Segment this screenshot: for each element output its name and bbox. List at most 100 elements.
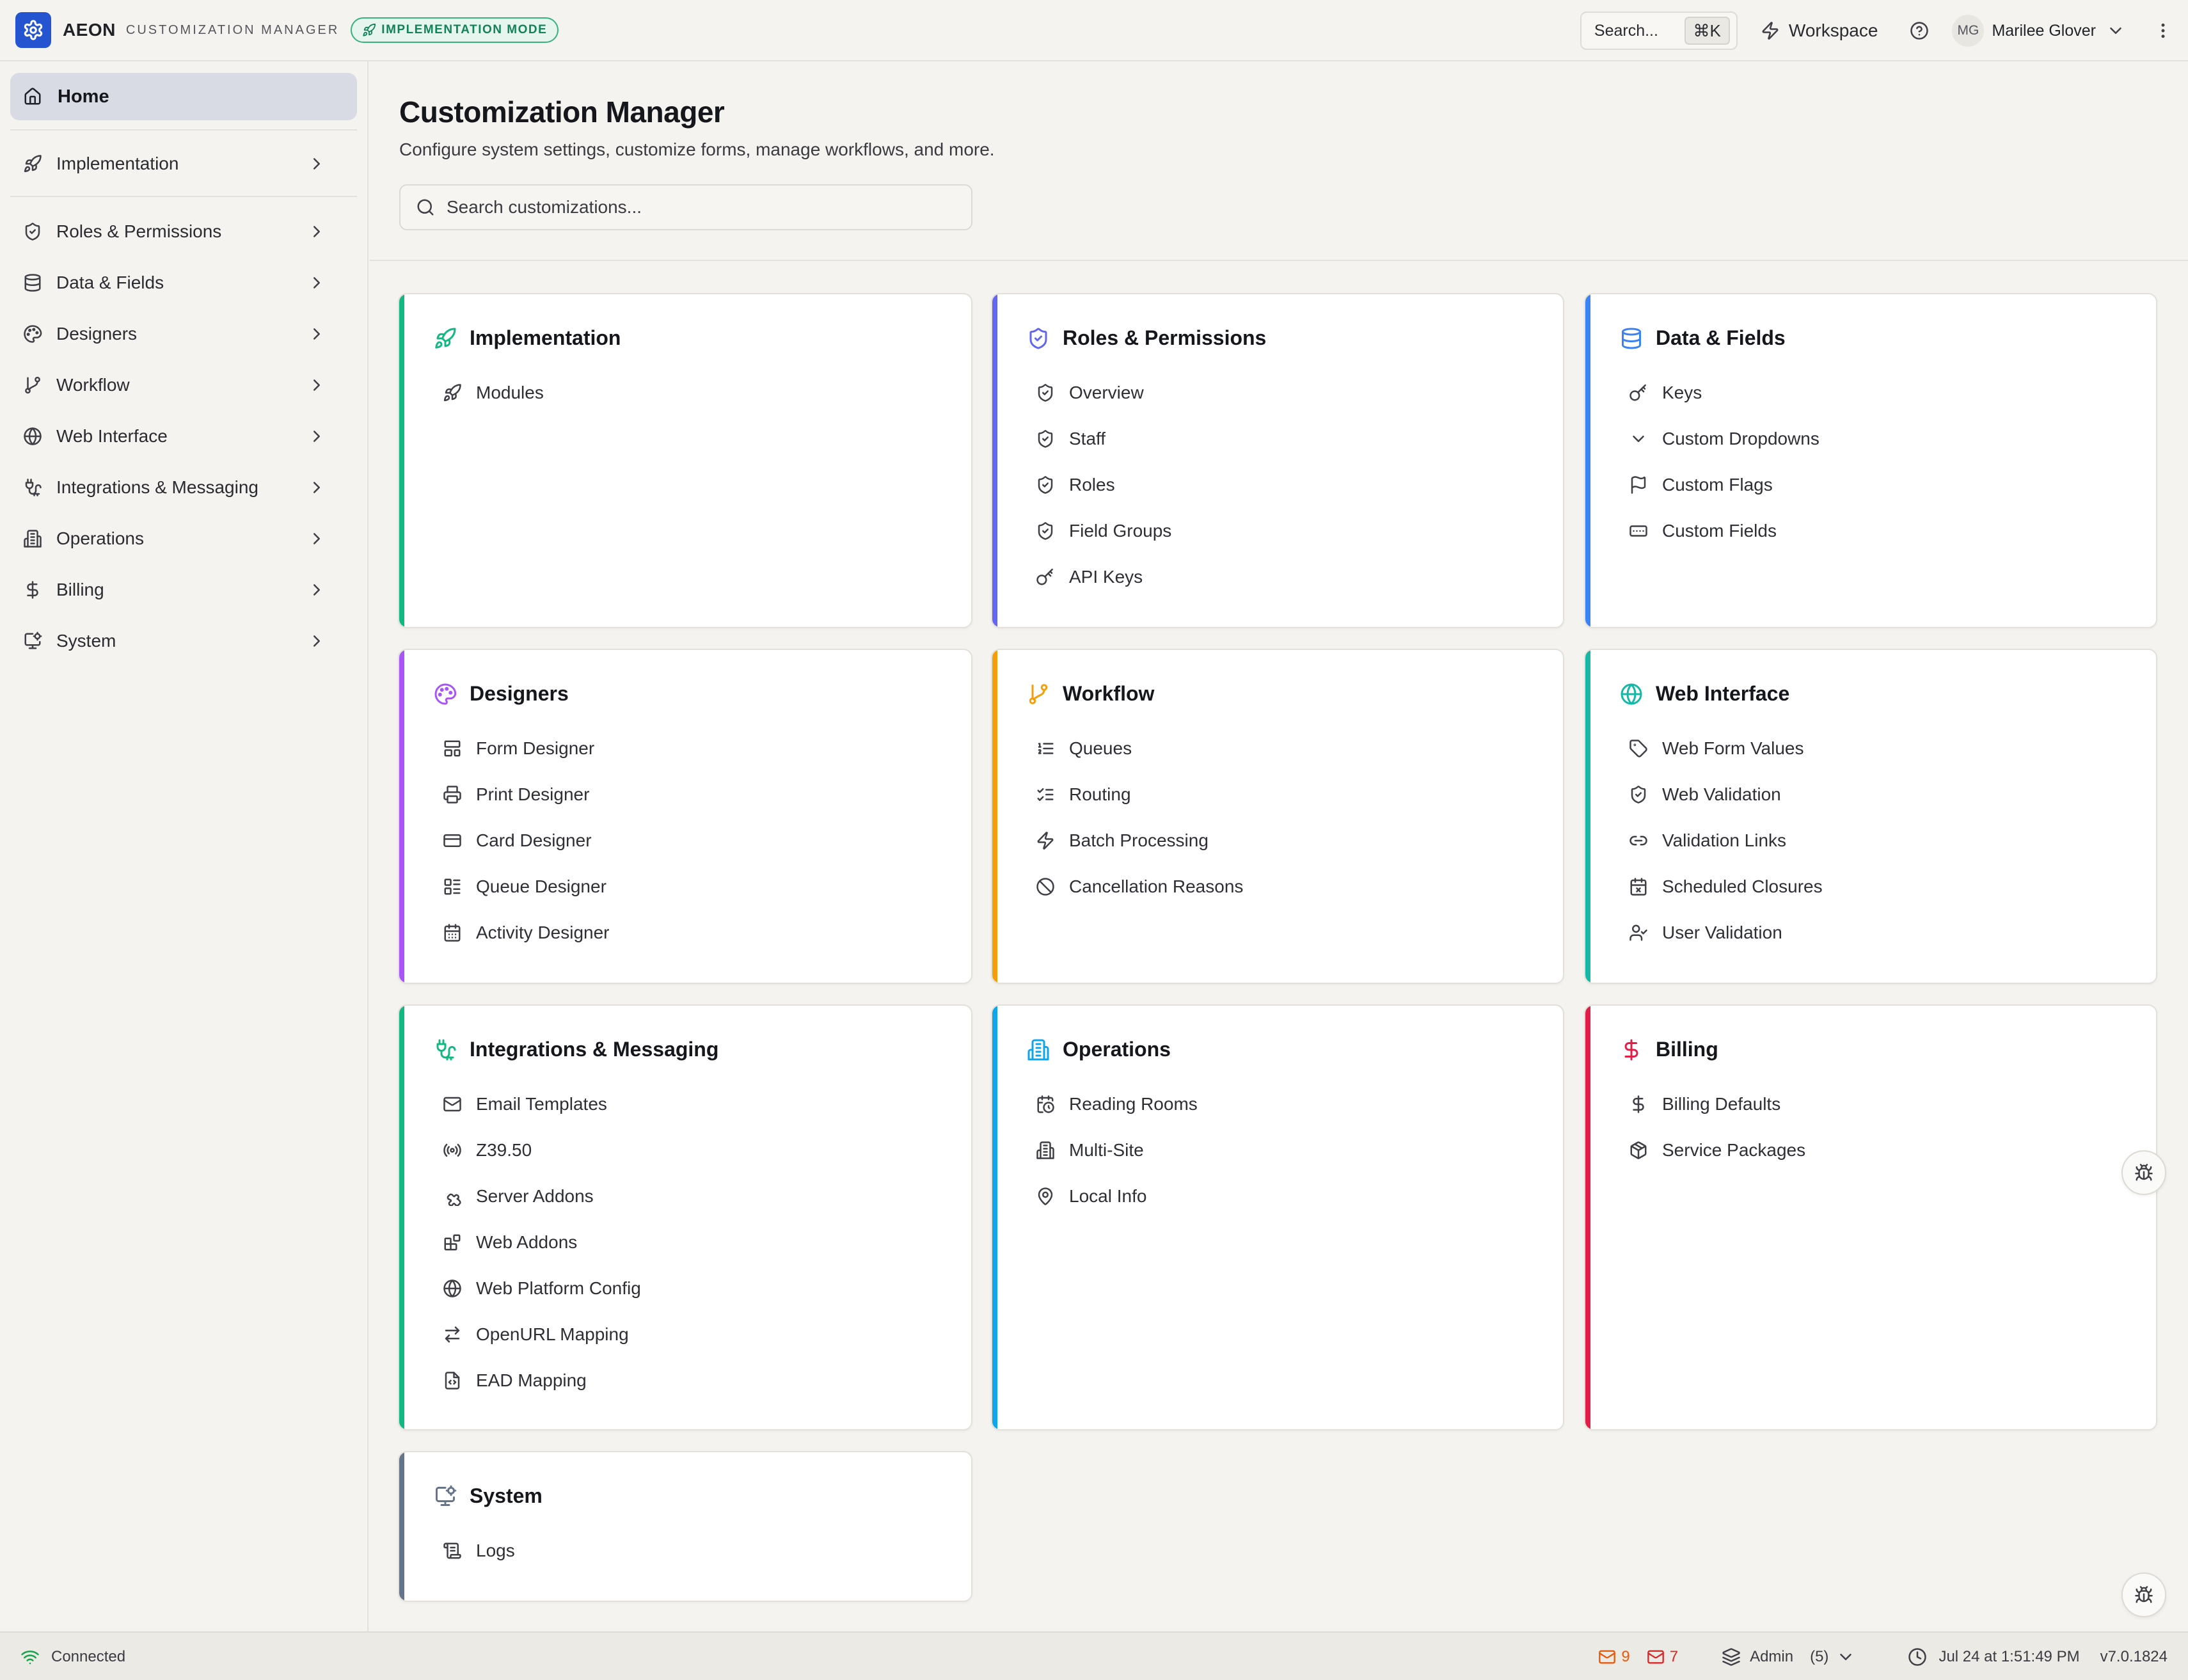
role-count: (5)	[1810, 1648, 1829, 1665]
app-logo[interactable]	[15, 12, 51, 48]
card-link-email-templates[interactable]: Email Templates	[443, 1081, 641, 1127]
card-header[interactable]: Implementation	[434, 326, 621, 350]
card-link-field-groups[interactable]: Field Groups	[1036, 508, 1171, 554]
sidebar-item-designers[interactable]: Designers	[10, 313, 357, 354]
card-link-service-packages[interactable]: Service Packages	[1629, 1127, 1805, 1173]
help-icon[interactable]	[1910, 21, 1929, 40]
card-link-roles[interactable]: Roles	[1036, 462, 1171, 508]
card-header[interactable]: Roles & Permissions	[1027, 326, 1266, 350]
textbox-icon	[1629, 521, 1648, 541]
chevron-down-icon	[1629, 429, 1648, 448]
card-link-z3950[interactable]: Z39.50	[443, 1127, 641, 1173]
card-link-form-designer[interactable]: Form Designer	[443, 725, 610, 772]
more-vertical-icon[interactable]	[2153, 21, 2173, 40]
card-link-web-form-values[interactable]: Web Form Values	[1629, 725, 1823, 772]
card-header[interactable]: Billing	[1620, 1038, 1718, 1061]
user-menu[interactable]: MG Marilee Glover	[1952, 15, 2125, 47]
card-links: Web Form Values Web Validation Validatio…	[1629, 725, 1823, 956]
card-link-web-addons[interactable]: Web Addons	[443, 1219, 641, 1265]
card-header[interactable]: Data & Fields	[1620, 326, 1786, 350]
card-link-queue-designer[interactable]: Queue Designer	[443, 864, 610, 910]
sidebar-item-implementation[interactable]: Implementation	[10, 143, 357, 184]
mail-notifications-orange[interactable]: 9	[1598, 1648, 1630, 1666]
card-link-batch-processing[interactable]: Batch Processing	[1036, 818, 1243, 864]
sidebar-item-integrations-messaging[interactable]: Integrations & Messaging	[10, 467, 357, 508]
card-link-openurl-mapping[interactable]: OpenURL Mapping	[443, 1312, 641, 1358]
shield-icon	[1036, 475, 1055, 495]
search-input[interactable]	[447, 197, 946, 218]
card-link-print-designer[interactable]: Print Designer	[443, 772, 610, 818]
card-link-multi-site[interactable]: Multi-Site	[1036, 1127, 1198, 1173]
customization-search[interactable]	[399, 184, 972, 230]
card-link-keys[interactable]: Keys	[1629, 370, 1819, 416]
card-link-label: Web Validation	[1662, 784, 1781, 804]
sidebar-item-billing[interactable]: Billing	[10, 569, 357, 610]
card-link-billing-defaults[interactable]: Billing Defaults	[1629, 1081, 1805, 1127]
card-link-modules[interactable]: Modules	[443, 370, 544, 416]
card-title: Data & Fields	[1656, 326, 1786, 349]
globe-icon	[23, 427, 42, 446]
global-search-button[interactable]: Search... ⌘K	[1580, 12, 1738, 50]
avatar: MG	[1952, 15, 1985, 47]
card-link-server-addons[interactable]: Server Addons	[443, 1173, 641, 1219]
sidebar-item-home[interactable]: Home	[10, 73, 357, 120]
card-link-api-keys[interactable]: API Keys	[1036, 554, 1171, 600]
chevron-right-icon	[307, 154, 326, 173]
status-bar: Connected 9 7 Admin (5) Jul 24 at 1:51:4…	[0, 1631, 2188, 1680]
card-link-ead-mapping[interactable]: EAD Mapping	[443, 1358, 641, 1404]
sidebar-item-workflow[interactable]: Workflow	[10, 365, 357, 406]
puzzle-icon	[443, 1187, 462, 1206]
flag-icon	[1629, 475, 1648, 495]
card-link-logs[interactable]: Logs	[443, 1528, 515, 1574]
workspace-button[interactable]: Workspace	[1761, 20, 1878, 41]
card-link-staff[interactable]: Staff	[1036, 416, 1171, 462]
tag-icon	[1629, 739, 1648, 758]
card-header[interactable]: Operations	[1027, 1038, 1171, 1061]
monitor-cog-icon	[434, 1485, 457, 1508]
card-header[interactable]: Web Interface	[1620, 682, 1789, 706]
card-link-cancellation-reasons[interactable]: Cancellation Reasons	[1036, 864, 1243, 910]
card-header[interactable]: Workflow	[1027, 682, 1154, 706]
debug-button[interactable]	[2121, 1150, 2166, 1195]
mail-notifications-red[interactable]: 7	[1647, 1648, 1678, 1666]
card-header[interactable]: System	[434, 1484, 543, 1508]
building-icon	[1027, 1038, 1050, 1061]
card-link-activity-designer[interactable]: Activity Designer	[443, 910, 610, 956]
sidebar-item-operations[interactable]: Operations	[10, 518, 357, 559]
card-link-web-validation[interactable]: Web Validation	[1629, 772, 1823, 818]
calendar-x-icon	[1629, 877, 1648, 896]
scroll-icon	[443, 1541, 462, 1560]
app-subtitle: CUSTOMIZATION MANAGER	[125, 22, 340, 37]
sidebar-item-data-fields[interactable]: Data & Fields	[10, 262, 357, 303]
card-link-web-platform-config[interactable]: Web Platform Config	[443, 1265, 641, 1312]
chevron-right-icon	[307, 376, 326, 395]
card-link-overview[interactable]: Overview	[1036, 370, 1171, 416]
status-right: 9 7 Admin (5) Jul 24 at 1:51:49 PM v7.0.…	[1582, 1633, 2168, 1680]
role-selector[interactable]: Admin (5)	[1722, 1647, 1864, 1667]
card-link-routing[interactable]: Routing	[1036, 772, 1243, 818]
debug-button-bottom[interactable]	[2121, 1573, 2166, 1617]
card-link-custom-dropdowns[interactable]: Custom Dropdowns	[1629, 416, 1819, 462]
sidebar-item-web-interface[interactable]: Web Interface	[10, 416, 357, 457]
chevron-right-icon	[307, 427, 326, 446]
sidebar-item-system[interactable]: System	[10, 621, 357, 662]
card-link-local-info[interactable]: Local Info	[1036, 1173, 1198, 1219]
card-system: System Logs	[398, 1451, 972, 1602]
implementation-mode-badge[interactable]: IMPLEMENTATION MODE	[351, 17, 559, 43]
card-header[interactable]: Integrations & Messaging	[434, 1038, 718, 1061]
card-link-reading-rooms[interactable]: Reading Rooms	[1036, 1081, 1198, 1127]
card-link-custom-flags[interactable]: Custom Flags	[1629, 462, 1819, 508]
wifi-icon	[20, 1647, 40, 1667]
card-title: Implementation	[470, 326, 621, 349]
card-link-scheduled-closures[interactable]: Scheduled Closures	[1629, 864, 1823, 910]
card-link-queues[interactable]: Queues	[1036, 725, 1243, 772]
card-link-validation-links[interactable]: Validation Links	[1629, 818, 1823, 864]
link-icon	[1629, 831, 1648, 850]
card-link-card-designer[interactable]: Card Designer	[443, 818, 610, 864]
card-link-user-validation[interactable]: User Validation	[1629, 910, 1823, 956]
sidebar-item-roles-permissions[interactable]: Roles & Permissions	[10, 211, 357, 252]
layout-icon	[443, 739, 462, 758]
card-link-custom-fields[interactable]: Custom Fields	[1629, 508, 1819, 554]
card-header[interactable]: Designers	[434, 682, 569, 706]
rocket-icon	[434, 327, 457, 350]
